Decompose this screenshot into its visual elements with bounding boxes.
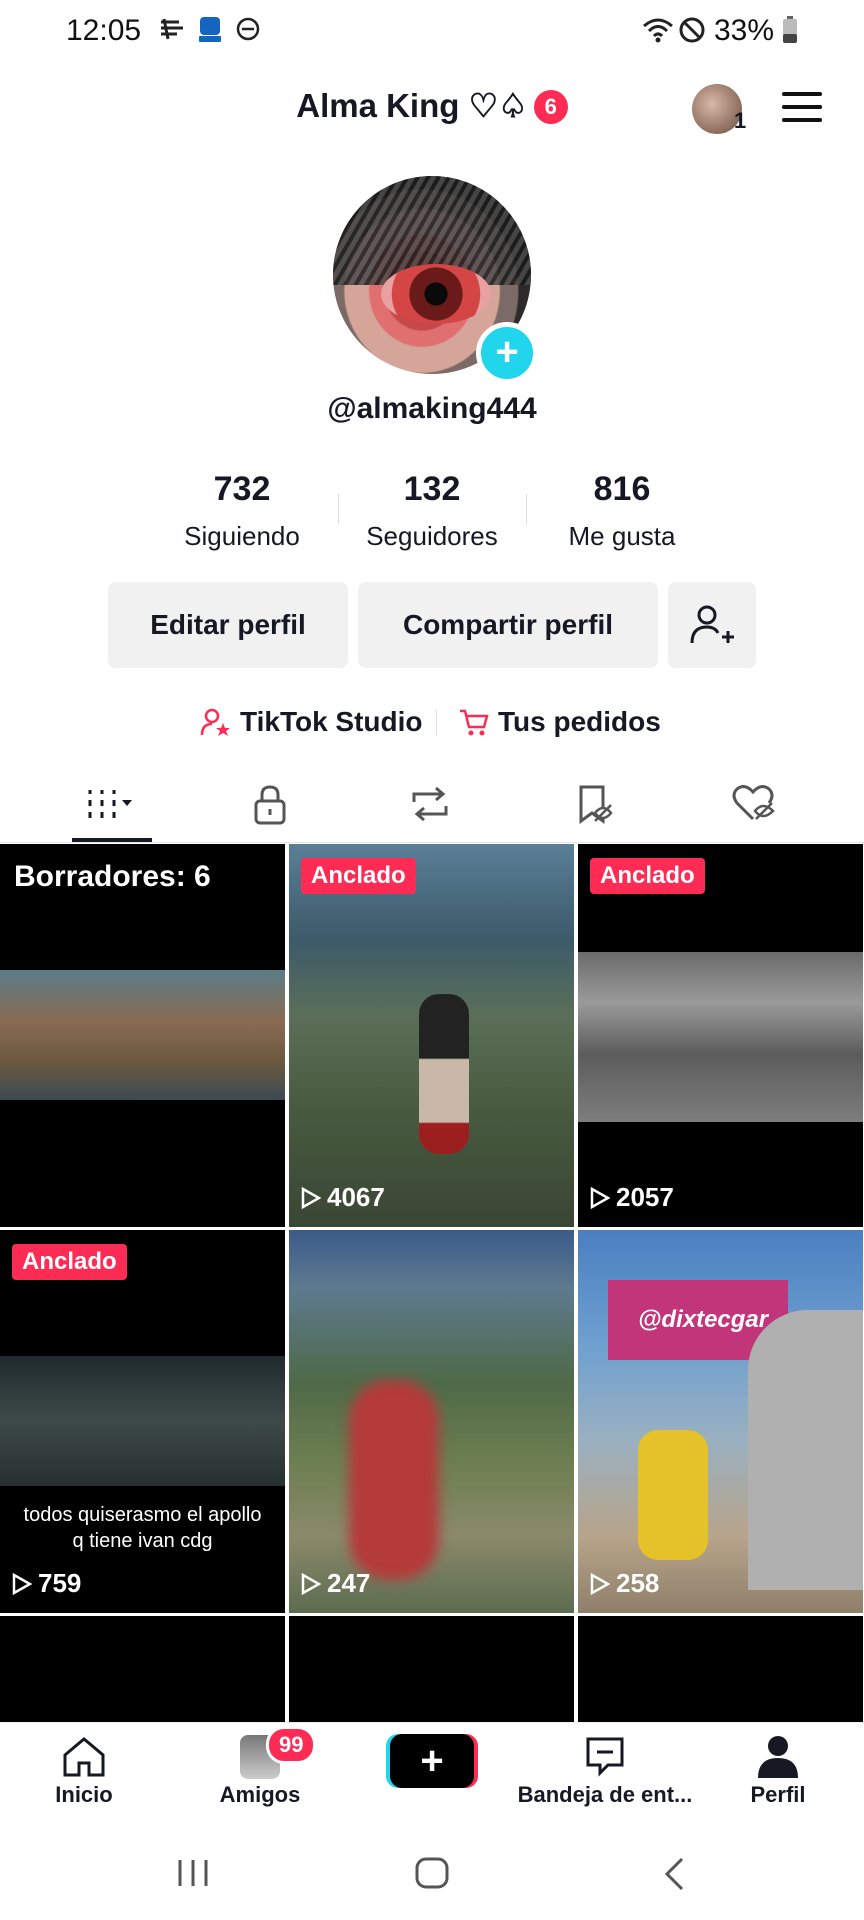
stat-following[interactable]: 732 Siguiendo xyxy=(152,470,332,552)
drafts-label: Borradores: 6 xyxy=(14,860,211,893)
tab-liked[interactable] xyxy=(694,776,814,832)
video-tile[interactable] xyxy=(289,1616,574,1722)
play-icon xyxy=(12,1572,32,1595)
stat-divider xyxy=(338,494,339,524)
inbox-icon xyxy=(586,1737,624,1777)
nav-home[interactable]: Inicio xyxy=(0,1732,174,1808)
status-time: 12:05 xyxy=(66,14,142,47)
tiktok-studio-link[interactable]: TikTok Studio xyxy=(200,706,423,738)
home-button-icon[interactable] xyxy=(414,1856,450,1895)
heart-hidden-icon xyxy=(732,785,775,821)
app-notification-icon xyxy=(196,14,224,44)
nav-label: Amigos xyxy=(219,1782,301,1807)
tab-favorites[interactable] xyxy=(534,776,654,832)
nav-label: Inicio xyxy=(55,1782,113,1807)
cart-icon xyxy=(460,709,489,736)
stat-value: 816 xyxy=(593,470,651,508)
view-count-value: 4067 xyxy=(327,1182,385,1212)
stat-label: Siguiendo xyxy=(184,521,300,551)
orders-link[interactable]: Tus pedidos xyxy=(458,706,661,738)
nav-inbox[interactable]: Bandeja de ent... xyxy=(500,1732,710,1808)
nav-profile[interactable]: Perfil xyxy=(688,1732,864,1808)
bookmark-hidden-icon xyxy=(579,785,613,824)
system-navigation xyxy=(0,1822,864,1920)
wifi-icon xyxy=(642,16,674,49)
pinned-badge: Anclado xyxy=(301,858,416,894)
view-count: 258 xyxy=(590,1568,659,1599)
play-icon xyxy=(590,1572,610,1595)
view-count: 4067 xyxy=(301,1182,385,1213)
profile-title-text: Alma King ♡♤ xyxy=(296,87,528,124)
play-icon xyxy=(301,1186,321,1209)
notification-badge: 6 xyxy=(533,90,568,124)
view-count-value: 2057 xyxy=(616,1182,674,1212)
edit-profile-label: Editar perfil xyxy=(150,609,306,640)
orders-label: Tus pedidos xyxy=(498,706,661,737)
play-icon xyxy=(301,1572,321,1595)
stat-likes[interactable]: 816 Me gusta xyxy=(532,470,712,552)
nav-label: Bandeja de ent... xyxy=(517,1782,693,1807)
grid-dropdown-icon xyxy=(88,790,132,818)
studio-icon xyxy=(200,708,230,736)
share-profile-button[interactable]: Compartir perfil xyxy=(358,582,658,668)
video-tile[interactable] xyxy=(0,1616,285,1722)
lock-icon xyxy=(254,785,286,825)
pinned-badge: Anclado xyxy=(12,1244,127,1280)
video-tile[interactable]: 247 xyxy=(289,1230,574,1613)
video-overlay-text: @dixtecgar xyxy=(638,1306,769,1333)
video-tile[interactable]: Anclado 2057 xyxy=(578,844,863,1227)
nav-label: Perfil xyxy=(750,1782,806,1807)
stat-label: Seguidores xyxy=(366,521,498,551)
create-button[interactable]: + xyxy=(386,1734,478,1788)
video-tile[interactable] xyxy=(578,1616,863,1722)
drafts-tile[interactable]: Borradores: 6 xyxy=(0,844,285,1227)
nav-friends[interactable]: Amigos xyxy=(170,1732,350,1808)
friends-badge: 99 xyxy=(266,1726,317,1764)
do-not-disturb-icon xyxy=(234,14,262,44)
view-count-value: 247 xyxy=(327,1568,371,1598)
stat-divider xyxy=(526,494,527,524)
video-tile[interactable]: Anclado todos quiserasmo el apollo q tie… xyxy=(0,1230,285,1613)
view-count: 2057 xyxy=(590,1182,674,1213)
stat-value: 732 xyxy=(213,470,271,508)
edit-profile-button[interactable]: Editar perfil xyxy=(108,582,348,668)
pinned-badge: Anclado xyxy=(590,858,705,894)
battery-percent: 33% xyxy=(714,14,775,47)
stat-followers[interactable]: 132 Seguidores xyxy=(342,470,522,552)
recent-apps-icon[interactable] xyxy=(176,1858,210,1893)
view-count: 759 xyxy=(12,1568,81,1599)
notification-icons xyxy=(158,14,262,44)
share-profile-label: Compartir perfil xyxy=(402,609,614,640)
tab-reposts[interactable] xyxy=(370,776,490,832)
add-friend-button[interactable] xyxy=(668,582,756,668)
tab-videos[interactable] xyxy=(52,776,172,832)
tab-private[interactable] xyxy=(210,776,330,832)
video-caption: todos quiserasmo el apollo q tiene ivan … xyxy=(23,1504,262,1552)
play-icon xyxy=(590,1186,610,1209)
no-signal-icon xyxy=(678,16,706,49)
add-avatar-button[interactable]: + xyxy=(476,322,538,384)
stat-value: 132 xyxy=(403,470,461,508)
video-tile[interactable]: Anclado 4067 xyxy=(289,844,574,1227)
tabs-divider xyxy=(0,842,864,843)
repost-icon xyxy=(412,786,448,822)
stat-label: Me gusta xyxy=(568,521,676,551)
studio-label: TikTok Studio xyxy=(240,706,423,737)
back-icon[interactable] xyxy=(662,1856,686,1897)
sound-wave-icon xyxy=(158,14,186,44)
plus-icon: + xyxy=(390,1734,474,1788)
profile-icon xyxy=(758,1736,798,1778)
view-count: 247 xyxy=(301,1568,370,1599)
view-count-value: 258 xyxy=(616,1568,660,1598)
friends-count: 1 xyxy=(734,108,747,133)
status-bar: 12:05 33% xyxy=(0,0,864,64)
video-tile[interactable]: @dixtecgar 258 xyxy=(578,1230,863,1613)
menu-icon[interactable] xyxy=(782,92,822,122)
view-count-value: 759 xyxy=(38,1568,82,1598)
profile-handle: @almaking444 xyxy=(327,392,537,425)
home-icon xyxy=(63,1737,105,1777)
links-divider xyxy=(436,710,437,736)
battery-icon xyxy=(782,16,798,49)
add-person-icon xyxy=(690,605,734,644)
